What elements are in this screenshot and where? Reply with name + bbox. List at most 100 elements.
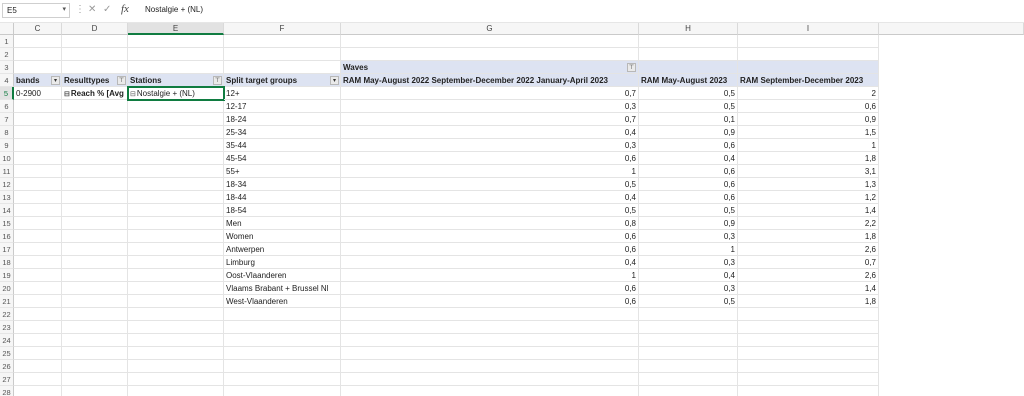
value-ram-sep-dec-2023[interactable]: 2,6 [738,243,879,256]
value-ram-sep-dec-2023[interactable]: 0,6 [738,100,879,113]
cell-i25[interactable] [738,347,879,360]
row-header-5[interactable]: 5 [0,87,14,100]
row-header-19[interactable]: 19 [0,269,14,282]
value-ram-sep-dec-2023[interactable]: 1,8 [738,230,879,243]
collapse-icon[interactable]: ⊟ [64,88,70,99]
target-group-label[interactable]: 12+ [224,87,341,100]
cell-d26[interactable] [62,360,128,373]
stations-filter-icon[interactable]: ⊤ [213,76,222,85]
cell-f2[interactable] [224,48,341,61]
cell-i22[interactable] [738,308,879,321]
cell-c10[interactable] [14,152,62,165]
row-header-23[interactable]: 23 [0,321,14,334]
cell-e23[interactable] [128,321,224,334]
target-group-label[interactable]: 35-44 [224,139,341,152]
pivot-waves-fill-i[interactable] [738,61,879,74]
cell-g26[interactable] [341,360,639,373]
column-header-f[interactable]: F [224,23,341,35]
value-ram-2022-2023[interactable]: 0,6 [341,243,639,256]
cell-d11[interactable] [62,165,128,178]
cell-d10[interactable] [62,152,128,165]
value-ram-2022-2023[interactable]: 0,7 [341,113,639,126]
value-ram-may-aug-2023[interactable]: 0,5 [639,204,738,217]
cell-c28[interactable] [14,386,62,396]
cell-i24[interactable] [738,334,879,347]
cell-c13[interactable] [14,191,62,204]
value-ram-sep-dec-2023[interactable]: 0,7 [738,256,879,269]
worksheet-grid[interactable]: 1 2 3 4 5 6 7 8 9 10 11 12 13 14 15 16 17 18 19 20 21 22 23 24 2… [0,35,1024,396]
cell-c27[interactable] [14,373,62,386]
value-ram-may-aug-2023[interactable]: 0,6 [639,165,738,178]
pivot-header-g[interactable]: RAM May-August 2022 September-December 2… [341,74,639,87]
row-header-11[interactable]: 11 [0,165,14,178]
cell-d12[interactable] [62,178,128,191]
cell-f3[interactable] [224,61,341,74]
row-header-16[interactable]: 16 [0,230,14,243]
cell-d25[interactable] [62,347,128,360]
target-group-label[interactable]: 45-54 [224,152,341,165]
pivot-header-e[interactable]: Stations [128,74,224,87]
cell-e18[interactable] [128,256,224,269]
row-header-20[interactable]: 20 [0,282,14,295]
formula-input[interactable]: Nostalgie + (NL) [140,2,1022,18]
value-ram-may-aug-2023[interactable]: 0,6 [639,139,738,152]
select-all-corner[interactable] [0,23,14,35]
cell-d27[interactable] [62,373,128,386]
cell-c12[interactable] [14,178,62,191]
pivot-waves-label[interactable]: Waves [341,61,639,74]
value-ram-may-aug-2023[interactable]: 0,6 [639,191,738,204]
cell-c18[interactable] [14,256,62,269]
target-group-label[interactable]: 55+ [224,165,341,178]
value-ram-sep-dec-2023[interactable]: 1,4 [738,204,879,217]
target-group-label[interactable]: West-Vlaanderen [224,295,341,308]
value-ram-sep-dec-2023[interactable]: 1,5 [738,126,879,139]
value-ram-sep-dec-2023[interactable]: 2,2 [738,217,879,230]
cell-c7[interactable] [14,113,62,126]
target-group-label[interactable]: Men [224,217,341,230]
value-ram-may-aug-2023[interactable]: 0,4 [639,152,738,165]
cell-d2[interactable] [62,48,128,61]
value-ram-2022-2023[interactable]: 1 [341,165,639,178]
cell-f28[interactable] [224,386,341,396]
value-ram-2022-2023[interactable]: 0,4 [341,191,639,204]
pivot-header-i[interactable]: RAM September-December 2023 [738,74,879,87]
cell-c11[interactable] [14,165,62,178]
target-group-label[interactable]: Limburg [224,256,341,269]
cell-e7[interactable] [128,113,224,126]
cell-g24[interactable] [341,334,639,347]
cell-g25[interactable] [341,347,639,360]
value-ram-2022-2023[interactable]: 0,3 [341,100,639,113]
cell-h27[interactable] [639,373,738,386]
value-ram-2022-2023[interactable]: 0,6 [341,152,639,165]
cell-e3[interactable] [128,61,224,74]
cell-g1[interactable] [341,35,639,48]
cell-c22[interactable] [14,308,62,321]
cell-f26[interactable] [224,360,341,373]
value-ram-2022-2023[interactable]: 0,4 [341,256,639,269]
cell-h1[interactable] [639,35,738,48]
cell-d8[interactable] [62,126,128,139]
row-header-14[interactable]: 14 [0,204,14,217]
collapse-icon[interactable]: ⊟ [130,88,136,99]
cell-c17[interactable] [14,243,62,256]
value-ram-sep-dec-2023[interactable]: 2,6 [738,269,879,282]
cell-e6[interactable] [128,100,224,113]
cell-d15[interactable] [62,217,128,230]
cell-d17[interactable] [62,243,128,256]
row-header-8[interactable]: 8 [0,126,14,139]
target-group-label[interactable]: 18-54 [224,204,341,217]
cell-e27[interactable] [128,373,224,386]
pivot-waves-fill-h[interactable] [639,61,738,74]
cell-d28[interactable] [62,386,128,396]
value-ram-may-aug-2023[interactable]: 0,5 [639,87,738,100]
value-ram-2022-2023[interactable]: 0,6 [341,230,639,243]
bands-dropdown-icon[interactable]: ▾ [51,76,60,85]
cell-i1[interactable] [738,35,879,48]
row-header-12[interactable]: 12 [0,178,14,191]
row-header-10[interactable]: 10 [0,152,14,165]
cell-e20[interactable] [128,282,224,295]
target-group-label[interactable]: 18-44 [224,191,341,204]
cell-c1[interactable] [14,35,62,48]
target-group-label[interactable]: Women [224,230,341,243]
value-ram-may-aug-2023[interactable]: 0,4 [639,269,738,282]
